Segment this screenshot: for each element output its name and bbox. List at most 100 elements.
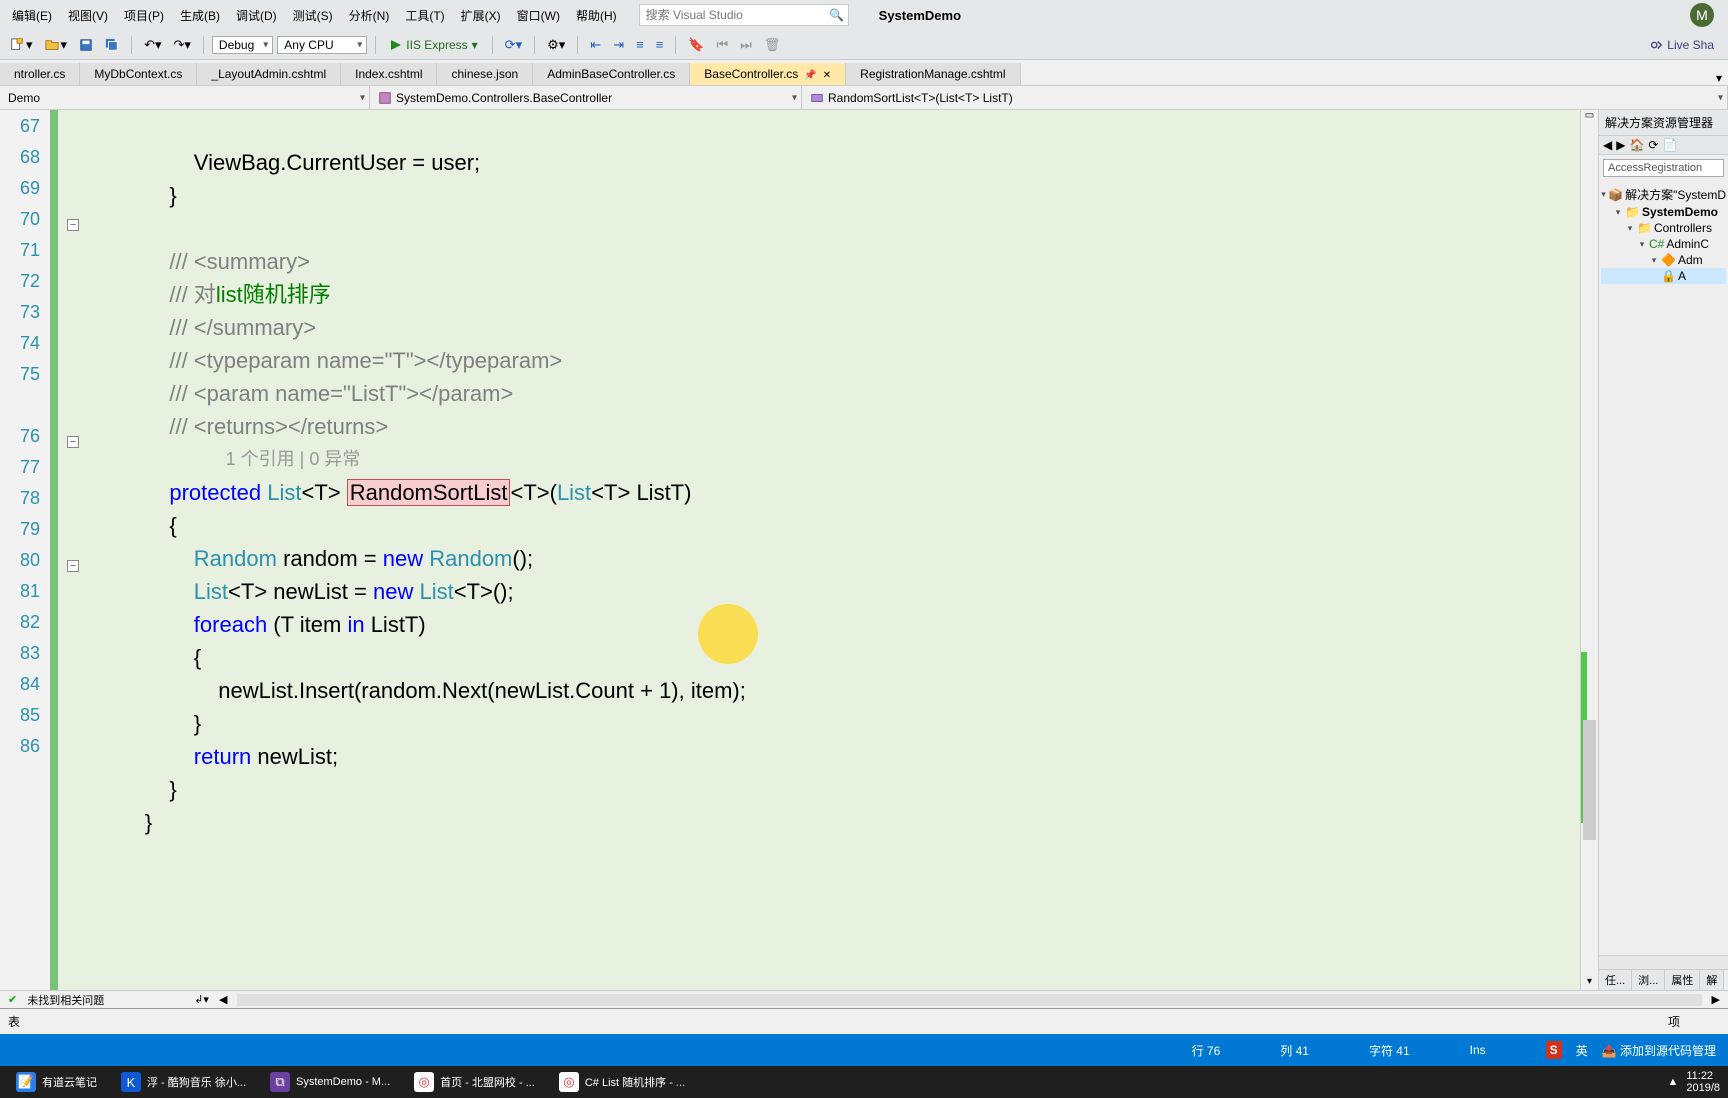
indent-button[interactable]: ⇥ [609, 35, 628, 55]
taskbar-item[interactable]: ◎C# List 随机排序 - ... [551, 1070, 693, 1094]
taskbar-item[interactable]: 📝有道云笔记 [8, 1070, 105, 1094]
taskbar-item[interactable]: K浮 - 酷狗音乐 徐小... [113, 1070, 254, 1094]
split-button[interactable]: ▭ [1581, 110, 1598, 124]
global-search-input[interactable] [640, 8, 826, 22]
home-button[interactable]: 🏠 [1629, 138, 1644, 152]
clear-bookmark-button[interactable]: 🗑 [760, 35, 785, 55]
nav-fwd-button[interactable]: ▶ [1616, 138, 1625, 152]
global-search[interactable]: 🔍 [639, 4, 849, 26]
taskbar-item[interactable]: ⧉SystemDemo - M... [262, 1070, 398, 1094]
horizontal-scrollbar[interactable] [1599, 955, 1728, 969]
tool-button[interactable]: ⚙▾ [543, 35, 569, 55]
fold-toggle[interactable]: − [67, 560, 79, 572]
bottom-tab[interactable]: 任... [1599, 970, 1632, 990]
tab-file[interactable]: ntroller.cs [0, 63, 80, 85]
config-dropdown[interactable]: Debug [212, 36, 273, 54]
ime-lang[interactable]: 英 [1576, 1042, 1588, 1059]
nav-member-dropdown[interactable]: RandomSortList<T>(List<T> ListT) [802, 86, 1728, 109]
tray-expand-icon[interactable]: ▲ [1667, 1076, 1678, 1088]
bottom-tab[interactable]: 属性 [1665, 970, 1700, 990]
tab-file[interactable]: _LayoutAdmin.cshtml [197, 63, 341, 85]
horizontal-scrollbar[interactable] [237, 994, 1701, 1006]
git-status[interactable]: 📤 添加到源代码管理 [1602, 1042, 1716, 1059]
solution-explorer: 解决方案资源管理器 ◀ ▶ 🏠 ⟳ 📄 AccessRegistration ▾… [1598, 110, 1728, 990]
tree-node[interactable]: ▾📦 解决方案"SystemD [1601, 185, 1726, 204]
refresh-button[interactable]: ⟳▾ [501, 35, 526, 55]
outdent-button[interactable]: ⇤ [586, 35, 605, 55]
run-button[interactable]: IIS Express ▾ [384, 36, 483, 54]
tab-file[interactable]: AdminBaseController.cs [533, 63, 690, 85]
tree-node[interactable]: ▾🔶 Adm [1601, 252, 1726, 268]
bottom-tab[interactable]: 解 [1700, 970, 1724, 990]
tree-node-selected[interactable]: 🔒 A [1601, 268, 1726, 284]
save-all-button[interactable] [101, 36, 123, 54]
solution-search-input[interactable]: AccessRegistration [1603, 159, 1724, 177]
fold-toggle[interactable]: − [67, 436, 79, 448]
codelens-link[interactable]: 1 个引用 | 0 异常 [226, 449, 361, 469]
menu-build[interactable]: 生成(B) [172, 3, 228, 28]
h-scroll-right[interactable]: ▶ [1712, 993, 1720, 1006]
nav-back-button[interactable]: ◀ [1603, 138, 1612, 152]
redo-button[interactable]: ↷▾ [169, 35, 194, 55]
line-endings-button[interactable]: ↲▾ [194, 993, 209, 1006]
new-file-button[interactable]: ▾ [6, 35, 37, 55]
fold-toggle[interactable]: − [67, 219, 79, 231]
tray-clock[interactable]: 11:222019/8 [1686, 1070, 1720, 1094]
menu-edit[interactable]: 编辑(E) [4, 3, 60, 28]
side-tab[interactable]: 项 [1668, 1013, 1680, 1030]
nav-scope-dropdown[interactable]: Demo [0, 86, 370, 109]
user-avatar[interactable]: M [1690, 3, 1714, 27]
system-tray[interactable]: ▲ 11:222019/8 [1667, 1070, 1720, 1094]
separator [131, 36, 132, 54]
sync-button[interactable]: ⟳ [1648, 138, 1658, 152]
code-editor[interactable]: 676869 707172 737475 767778 798081 82838… [0, 110, 1598, 990]
code-area[interactable]: ViewBag.CurrentUser = user; } /// <summa… [88, 110, 1580, 990]
tree-node[interactable]: ▾C# AdminC [1601, 236, 1726, 252]
vertical-scrollbar[interactable]: ▭ ▾ [1580, 110, 1598, 990]
bookmark-button[interactable]: 🔖 [684, 35, 708, 55]
live-share-button[interactable]: Live Sha [1649, 38, 1714, 52]
taskbar-item[interactable]: ◎首页 - 北盟网校 - ... [406, 1070, 543, 1094]
menu-view[interactable]: 视图(V) [60, 3, 116, 28]
comment-button[interactable]: ≡ [632, 35, 648, 54]
show-all-button[interactable]: 📄 [1662, 138, 1677, 152]
status-line: 行 76 [1192, 1042, 1221, 1059]
next-bookmark-button[interactable]: ⏭ [736, 35, 756, 55]
close-icon[interactable]: ✕ [823, 70, 831, 81]
menu-extensions[interactable]: 扩展(X) [453, 3, 509, 28]
menu-test[interactable]: 测试(S) [285, 3, 341, 28]
windows-taskbar: 📝有道云笔记 K浮 - 酷狗音乐 徐小... ⧉SystemDemo - M..… [0, 1066, 1728, 1098]
uncomment-button[interactable]: ≡ [652, 35, 668, 54]
menu-project[interactable]: 项目(P) [116, 3, 172, 28]
h-scroll-left[interactable]: ◀ [219, 993, 227, 1006]
open-button[interactable]: ▾ [41, 35, 72, 55]
menu-window[interactable]: 窗口(W) [509, 3, 568, 28]
fold-column: − − − [58, 110, 88, 990]
tab-file-active[interactable]: BaseController.cs📌✕ [690, 63, 846, 85]
nav-class-dropdown[interactable]: SystemDemo.Controllers.BaseController [370, 86, 802, 109]
save-button[interactable] [75, 36, 97, 54]
bottom-panel-tab[interactable]: 表 项 [0, 1008, 1728, 1034]
tab-file[interactable]: MyDbContext.cs [80, 63, 197, 85]
tab-file[interactable]: Index.cshtml [341, 63, 437, 85]
tree-node[interactable]: ▾📁 SystemDemo [1601, 204, 1726, 220]
pin-icon[interactable]: 📌 [804, 70, 816, 81]
ime-indicator[interactable]: S [1546, 1041, 1562, 1059]
bottom-tab[interactable]: 浏... [1632, 970, 1665, 990]
main-toolbar: ▾ ▾ ↶▾ ↷▾ Debug Any CPU IIS Express ▾ ⟳▾… [0, 30, 1728, 60]
undo-button[interactable]: ↶▾ [140, 35, 165, 55]
menu-debug[interactable]: 调试(D) [228, 3, 285, 28]
prev-bookmark-button[interactable]: ⏮ [712, 35, 732, 55]
platform-dropdown[interactable]: Any CPU [277, 36, 367, 54]
solution-tree[interactable]: ▾📦 解决方案"SystemD ▾📁 SystemDemo ▾📁 Control… [1599, 181, 1728, 288]
menu-analyze[interactable]: 分析(N) [341, 3, 398, 28]
menu-tools[interactable]: 工具(T) [397, 3, 452, 28]
scroll-down-button[interactable]: ▾ [1581, 976, 1598, 990]
search-icon[interactable]: 🔍 [826, 8, 848, 22]
menu-help[interactable]: 帮助(H) [568, 3, 625, 28]
scroll-thumb[interactable] [1583, 720, 1596, 840]
tabs-overflow-button[interactable]: ▾ [1710, 71, 1728, 85]
tree-node[interactable]: ▾📁 Controllers [1601, 220, 1726, 236]
tab-file[interactable]: RegistrationManage.cshtml [846, 63, 1020, 85]
tab-file[interactable]: chinese.json [437, 63, 533, 85]
